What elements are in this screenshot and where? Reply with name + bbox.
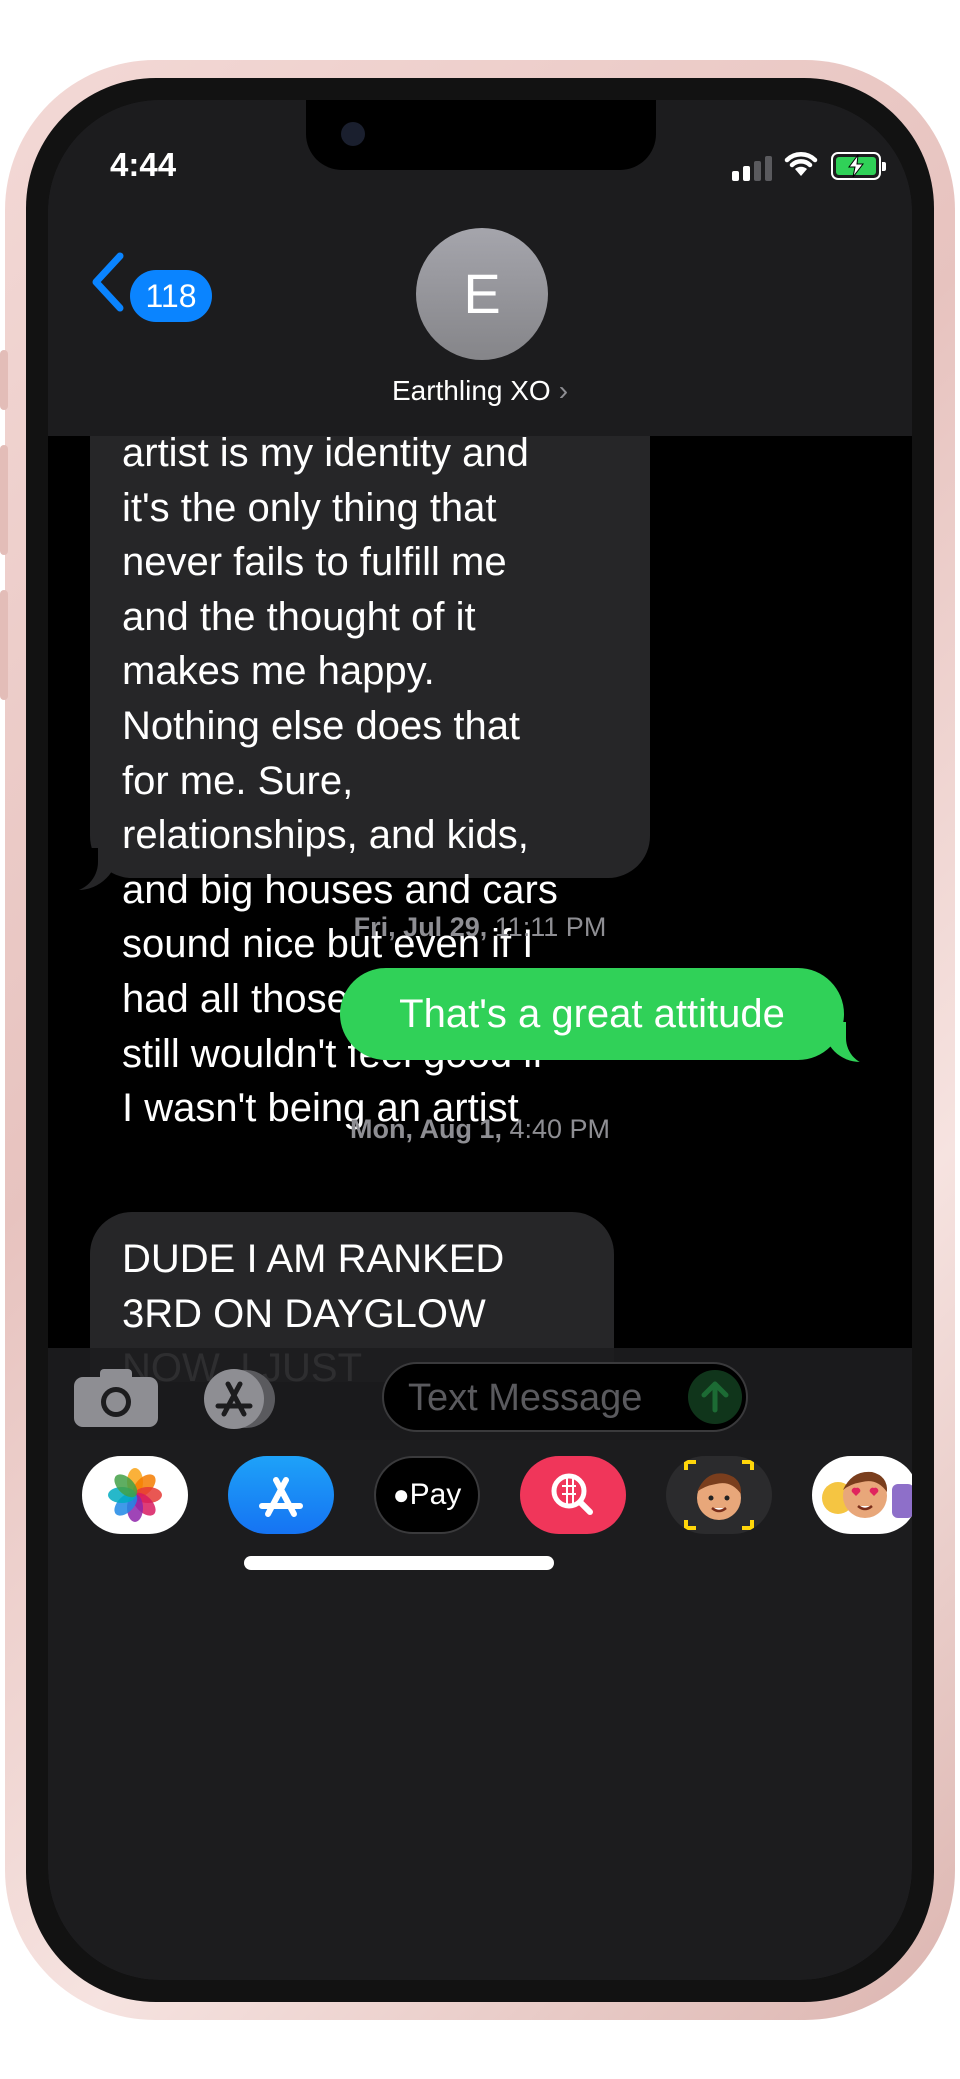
app-store-button[interactable] — [228, 1456, 334, 1534]
memoji-stickers-icon — [822, 1471, 912, 1518]
arrow-up-icon — [701, 1381, 729, 1413]
timestamp-day: Mon, Aug 1, — [349, 1114, 502, 1144]
battery-charging-icon — [831, 152, 886, 180]
front-camera-icon — [341, 122, 365, 146]
message-text: That's a great attitude — [399, 992, 785, 1036]
contact-avatar[interactable]: E — [416, 228, 548, 360]
contact-name: Earthling XO — [391, 375, 551, 406]
chevron-left-icon — [92, 252, 124, 312]
timestamp-day: Fri, Jul 29, — [353, 912, 488, 942]
phone-screen: artist is my identity and it's the only … — [48, 100, 912, 1980]
camera-button[interactable] — [72, 1365, 160, 1434]
outgoing-message-bubble[interactable]: That's a great attitude — [340, 968, 844, 1060]
wifi-icon — [783, 150, 819, 183]
app-store-icon — [204, 1369, 275, 1429]
message-input[interactable] — [406, 1370, 670, 1426]
contact-name-button[interactable]: Earthling XO › — [48, 375, 912, 407]
unread-count-badge[interactable]: 118 — [130, 270, 212, 322]
incoming-message-bubble[interactable]: artist is my identity and it's the only … — [90, 390, 650, 1130]
photos-icon — [108, 1468, 162, 1522]
timestamp-time: 4:40 PM — [509, 1114, 611, 1144]
status-time: 4:44 — [110, 146, 177, 183]
memoji-icon — [684, 1460, 754, 1530]
side-button — [0, 445, 8, 555]
side-button — [0, 350, 8, 410]
apple-logo-icon: ● — [392, 1479, 410, 1510]
apple-pay-button[interactable]: ●Pay — [374, 1456, 480, 1534]
timestamp: Fri, Jul 29, 11:11 PM — [48, 912, 912, 943]
chevron-right-icon: › — [558, 375, 569, 406]
memoji-app-button[interactable] — [666, 1456, 772, 1534]
timestamp: Mon, Aug 1, 4:40 PM — [48, 1114, 912, 1145]
camera-icon — [74, 1369, 158, 1427]
send-button[interactable] — [688, 1370, 742, 1424]
timestamp-time: 11:11 PM — [494, 912, 607, 942]
image-search-icon — [551, 1473, 593, 1515]
memoji-stickers-app-button[interactable] — [812, 1456, 912, 1534]
apple-pay-icon: ●Pay — [376, 1458, 478, 1532]
message-input-container — [382, 1362, 748, 1432]
image-search-app-button[interactable] — [520, 1456, 626, 1534]
app-store-apps-button[interactable] — [184, 1368, 284, 1435]
apple-pay-label: Pay — [409, 1478, 462, 1511]
photos-app-button[interactable] — [82, 1456, 188, 1534]
back-button[interactable] — [88, 250, 128, 319]
side-button — [0, 590, 8, 700]
app-store-icon — [259, 1477, 303, 1517]
home-indicator[interactable] — [244, 1556, 554, 1570]
cellular-signal-icon — [732, 156, 776, 181]
